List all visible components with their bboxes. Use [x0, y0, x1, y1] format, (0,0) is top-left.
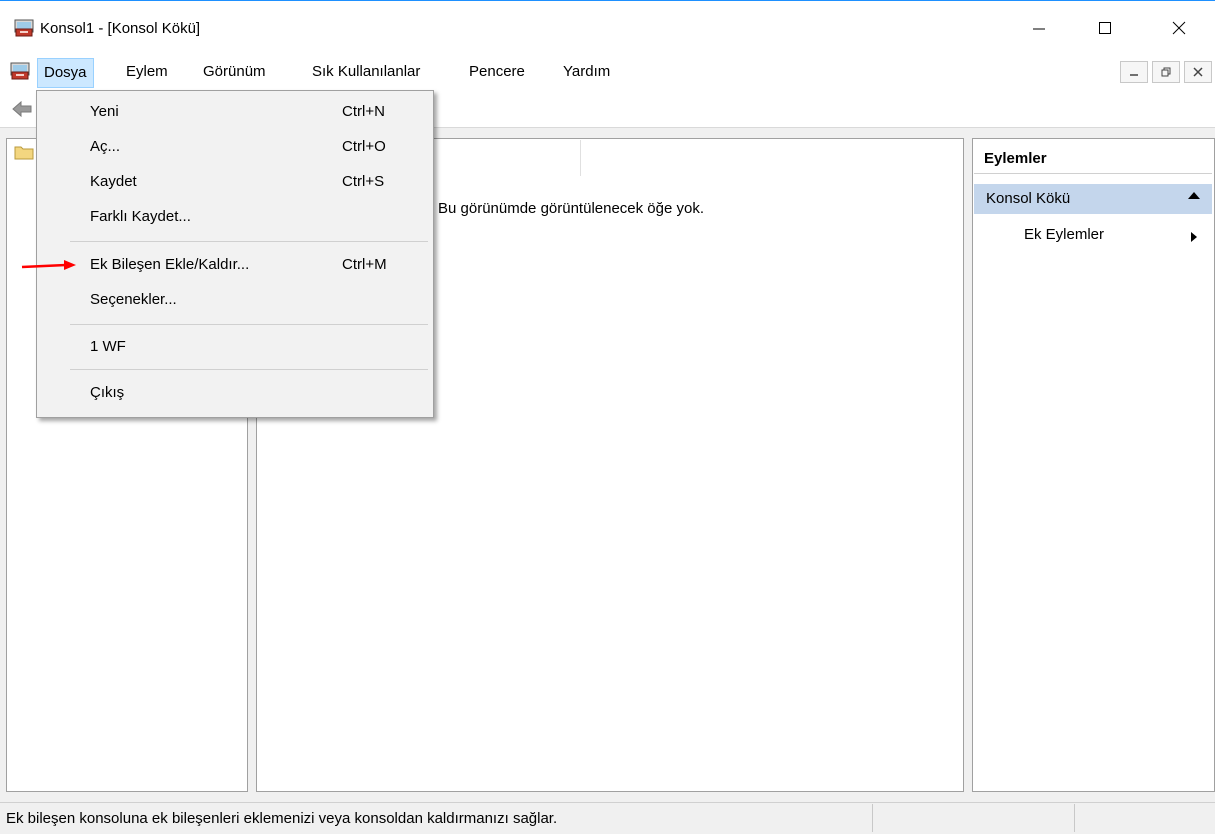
minimize-icon	[1130, 74, 1138, 76]
file-menu-options[interactable]: Seçenekler...	[90, 291, 177, 308]
close-button[interactable]	[1156, 10, 1202, 46]
empty-view-message: Bu görünümde görüntülenecek öğe yok.	[438, 200, 705, 217]
menu-yardim[interactable]: Yardım	[557, 58, 616, 86]
file-menu-save-as[interactable]: Farklı Kaydet...	[90, 208, 191, 225]
shortcut-label: Ctrl+O	[342, 138, 386, 155]
menu-separator	[70, 369, 428, 370]
minimize-icon	[1033, 28, 1045, 30]
child-restore-button[interactable]	[1152, 61, 1180, 83]
collapse-up-icon[interactable]	[1188, 192, 1200, 199]
menu-separator	[70, 241, 428, 242]
menu-pencere[interactable]: Pencere	[463, 58, 531, 86]
menu-eylem[interactable]: Eylem	[120, 58, 174, 86]
menu-gorunum[interactable]: Görünüm	[197, 58, 272, 86]
more-actions-item[interactable]: Ek Eylemler	[1024, 226, 1104, 243]
status-divider	[872, 804, 873, 832]
system-menu-icon[interactable]	[10, 61, 30, 81]
child-minimize-button[interactable]	[1120, 61, 1148, 83]
shortcut-label: Ctrl+S	[342, 173, 385, 190]
file-menu-recent-1[interactable]: 1 WF	[90, 338, 126, 355]
file-menu-open[interactable]: Aç...	[90, 138, 120, 155]
restore-icon	[1161, 67, 1171, 77]
file-menu-new[interactable]: Yeni	[90, 103, 119, 120]
close-icon	[1193, 67, 1203, 77]
submenu-arrow-icon	[1191, 232, 1197, 242]
maximize-button[interactable]	[1082, 10, 1128, 46]
close-icon	[1172, 21, 1186, 35]
folder-icon[interactable]	[14, 144, 34, 160]
file-menu-add-remove-snapin[interactable]: Ek Bileşen Ekle/Kaldır...	[90, 256, 249, 273]
menu-dosya[interactable]: Dosya	[37, 58, 94, 88]
menu-sik-kullanilanlar[interactable]: Sık Kullanılanlar	[306, 58, 426, 86]
child-window-controls	[1120, 61, 1212, 83]
status-text: Ek bileşen konsoluna ek bileşenleri ekle…	[6, 810, 558, 827]
minimize-button[interactable]	[1016, 10, 1062, 46]
menu-separator	[70, 324, 428, 325]
file-menu-save[interactable]: Kaydet	[90, 173, 137, 190]
file-menu-exit[interactable]: Çıkış	[90, 384, 124, 401]
maximize-icon	[1099, 22, 1111, 34]
window-title: Konsol1 - [Konsol Kökü]	[40, 20, 201, 37]
mmc-app-icon	[14, 19, 34, 37]
actions-header: Eylemler	[974, 144, 1212, 174]
shortcut-label: Ctrl+N	[342, 103, 385, 120]
actions-section-konsol-koku[interactable]: Konsol Kökü	[974, 184, 1212, 214]
annotation-arrow-icon	[21, 260, 76, 270]
status-divider	[1074, 804, 1075, 832]
column-header-divider[interactable]	[580, 140, 581, 176]
child-close-button[interactable]	[1184, 61, 1212, 83]
shortcut-label: Ctrl+M	[342, 256, 387, 273]
back-arrow-icon[interactable]	[10, 98, 34, 120]
